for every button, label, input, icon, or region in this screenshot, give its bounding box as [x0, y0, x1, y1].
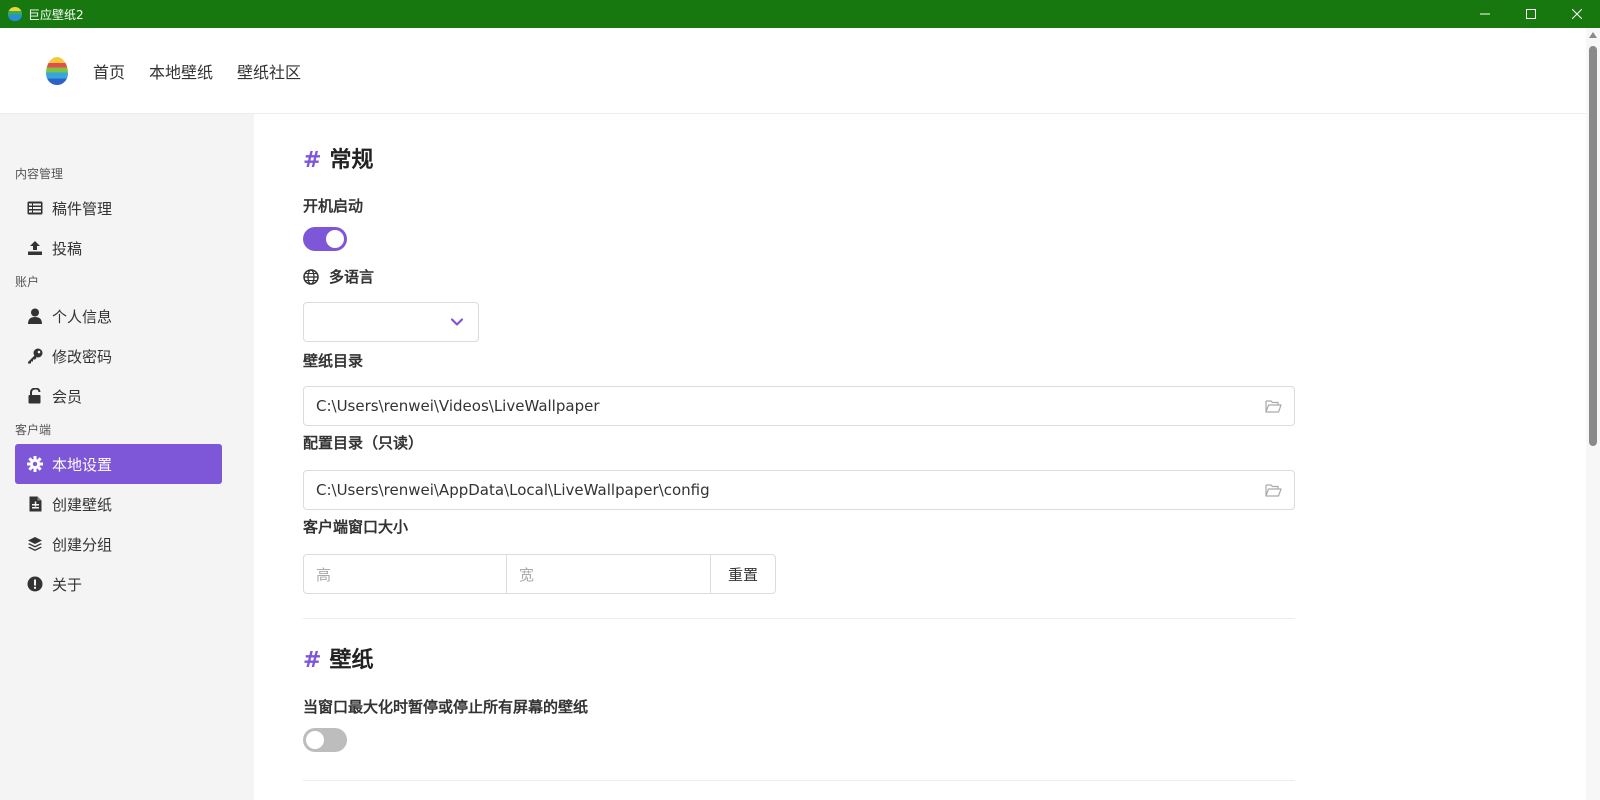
minimize-icon — [1480, 13, 1490, 15]
sidebar-item-label: 投稿 — [52, 239, 83, 258]
sidebar-item-label: 修改密码 — [52, 347, 113, 366]
settings-content: # 常规 开机启动 多语言 壁纸目录 C:\Users\renwei\Videos… — [254, 114, 1586, 800]
key-icon — [27, 348, 43, 364]
upload-icon — [27, 240, 43, 256]
autostart-label: 开机启动 — [303, 197, 364, 215]
sidebar-item-profile[interactable]: 个人信息 — [15, 296, 222, 336]
sidebar-section-content: 内容管理 — [15, 167, 64, 181]
window-controls — [1462, 0, 1600, 28]
wallpaper-dir-field[interactable]: C:\Users\renwei\Videos\LiveWallpaper — [303, 386, 1295, 426]
window-width-input[interactable]: 宽 — [507, 554, 711, 594]
config-dir-label: 配置目录（只读） — [303, 434, 424, 452]
sidebar-item-label: 会员 — [52, 387, 83, 406]
sidebar-item-label: 本地设置 — [52, 455, 113, 474]
info-icon — [27, 576, 43, 592]
user-icon — [27, 308, 43, 324]
sidebar-item-local-settings[interactable]: 本地设置 — [15, 444, 222, 484]
section-title-general: # 常规 — [303, 148, 374, 173]
section-title-wallpaper: # 壁纸 — [303, 648, 374, 673]
sidebar-section-client: 客户端 — [15, 423, 52, 437]
folder-open-icon[interactable] — [1265, 483, 1282, 497]
scroll-up-arrow-icon[interactable] — [1589, 32, 1597, 38]
config-dir-field[interactable]: C:\Users\renwei\AppData\Local\LiveWallpa… — [303, 470, 1295, 510]
language-label: 多语言 — [303, 266, 374, 287]
pause-on-maximize-label: 当窗口最大化时暂停或停止所有屏幕的壁纸 — [303, 698, 589, 716]
sidebar-item-label: 关于 — [52, 575, 83, 594]
sidebar-item-label: 个人信息 — [52, 307, 113, 326]
autostart-toggle[interactable] — [303, 227, 347, 251]
globe-icon — [303, 268, 319, 285]
language-select[interactable] — [303, 302, 479, 342]
section-divider — [303, 618, 1295, 619]
vertical-scrollbar[interactable] — [1586, 28, 1600, 800]
gear-icon — [27, 456, 43, 472]
window-size-group: 高 宽 重置 — [303, 554, 776, 594]
top-navigation: 首页 本地壁纸 壁纸社区 — [0, 28, 1586, 114]
sidebar-item-manuscripts[interactable]: 稿件管理 — [15, 188, 222, 228]
window-title: 巨应壁纸2 — [28, 7, 84, 22]
folder-open-icon[interactable] — [1265, 399, 1282, 413]
reset-size-button[interactable]: 重置 — [711, 554, 776, 594]
maximize-icon — [1526, 9, 1536, 19]
nav-home[interactable]: 首页 — [93, 59, 125, 83]
sidebar-item-label: 创建壁纸 — [52, 495, 113, 514]
window-size-label: 客户端窗口大小 — [303, 518, 409, 536]
close-icon — [1572, 9, 1582, 19]
sidebar-item-label: 稿件管理 — [52, 199, 113, 218]
file-icon — [27, 496, 43, 512]
scrollbar-thumb[interactable] — [1589, 46, 1597, 446]
window-height-input[interactable]: 高 — [303, 554, 507, 594]
layers-icon — [27, 536, 43, 552]
wallpaper-dir-label: 壁纸目录 — [303, 352, 364, 370]
nav-wallpaper-community[interactable]: 壁纸社区 — [237, 59, 301, 83]
pause-on-maximize-toggle[interactable] — [303, 728, 347, 752]
maximize-button[interactable] — [1508, 0, 1554, 28]
unlock-icon — [27, 388, 43, 404]
sidebar-item-create-wallpaper[interactable]: 创建壁纸 — [15, 484, 222, 524]
sidebar-item-label: 创建分组 — [52, 535, 113, 554]
sidebar-item-submit[interactable]: 投稿 — [15, 228, 222, 268]
sidebar-item-change-password[interactable]: 修改密码 — [15, 336, 222, 376]
app-logo-icon — [8, 7, 22, 21]
list-icon — [27, 200, 43, 216]
brand-logo[interactable] — [46, 56, 68, 85]
sidebar-item-about[interactable]: 关于 — [15, 564, 222, 604]
close-button[interactable] — [1554, 0, 1600, 28]
chevron-down-icon — [450, 318, 464, 326]
title-bar: 巨应壁纸2 — [0, 0, 1600, 28]
section-divider — [303, 780, 1295, 781]
sidebar-section-account: 账户 — [15, 275, 40, 289]
minimize-button[interactable] — [1462, 0, 1508, 28]
sidebar-item-membership[interactable]: 会员 — [15, 376, 222, 416]
sidebar: 内容管理 稿件管理 投稿 账户 个人信息 修改密码 会员 客户端 本地设置 创建… — [0, 114, 254, 800]
nav-local-wallpaper[interactable]: 本地壁纸 — [149, 59, 213, 83]
sidebar-item-create-group[interactable]: 创建分组 — [15, 524, 222, 564]
